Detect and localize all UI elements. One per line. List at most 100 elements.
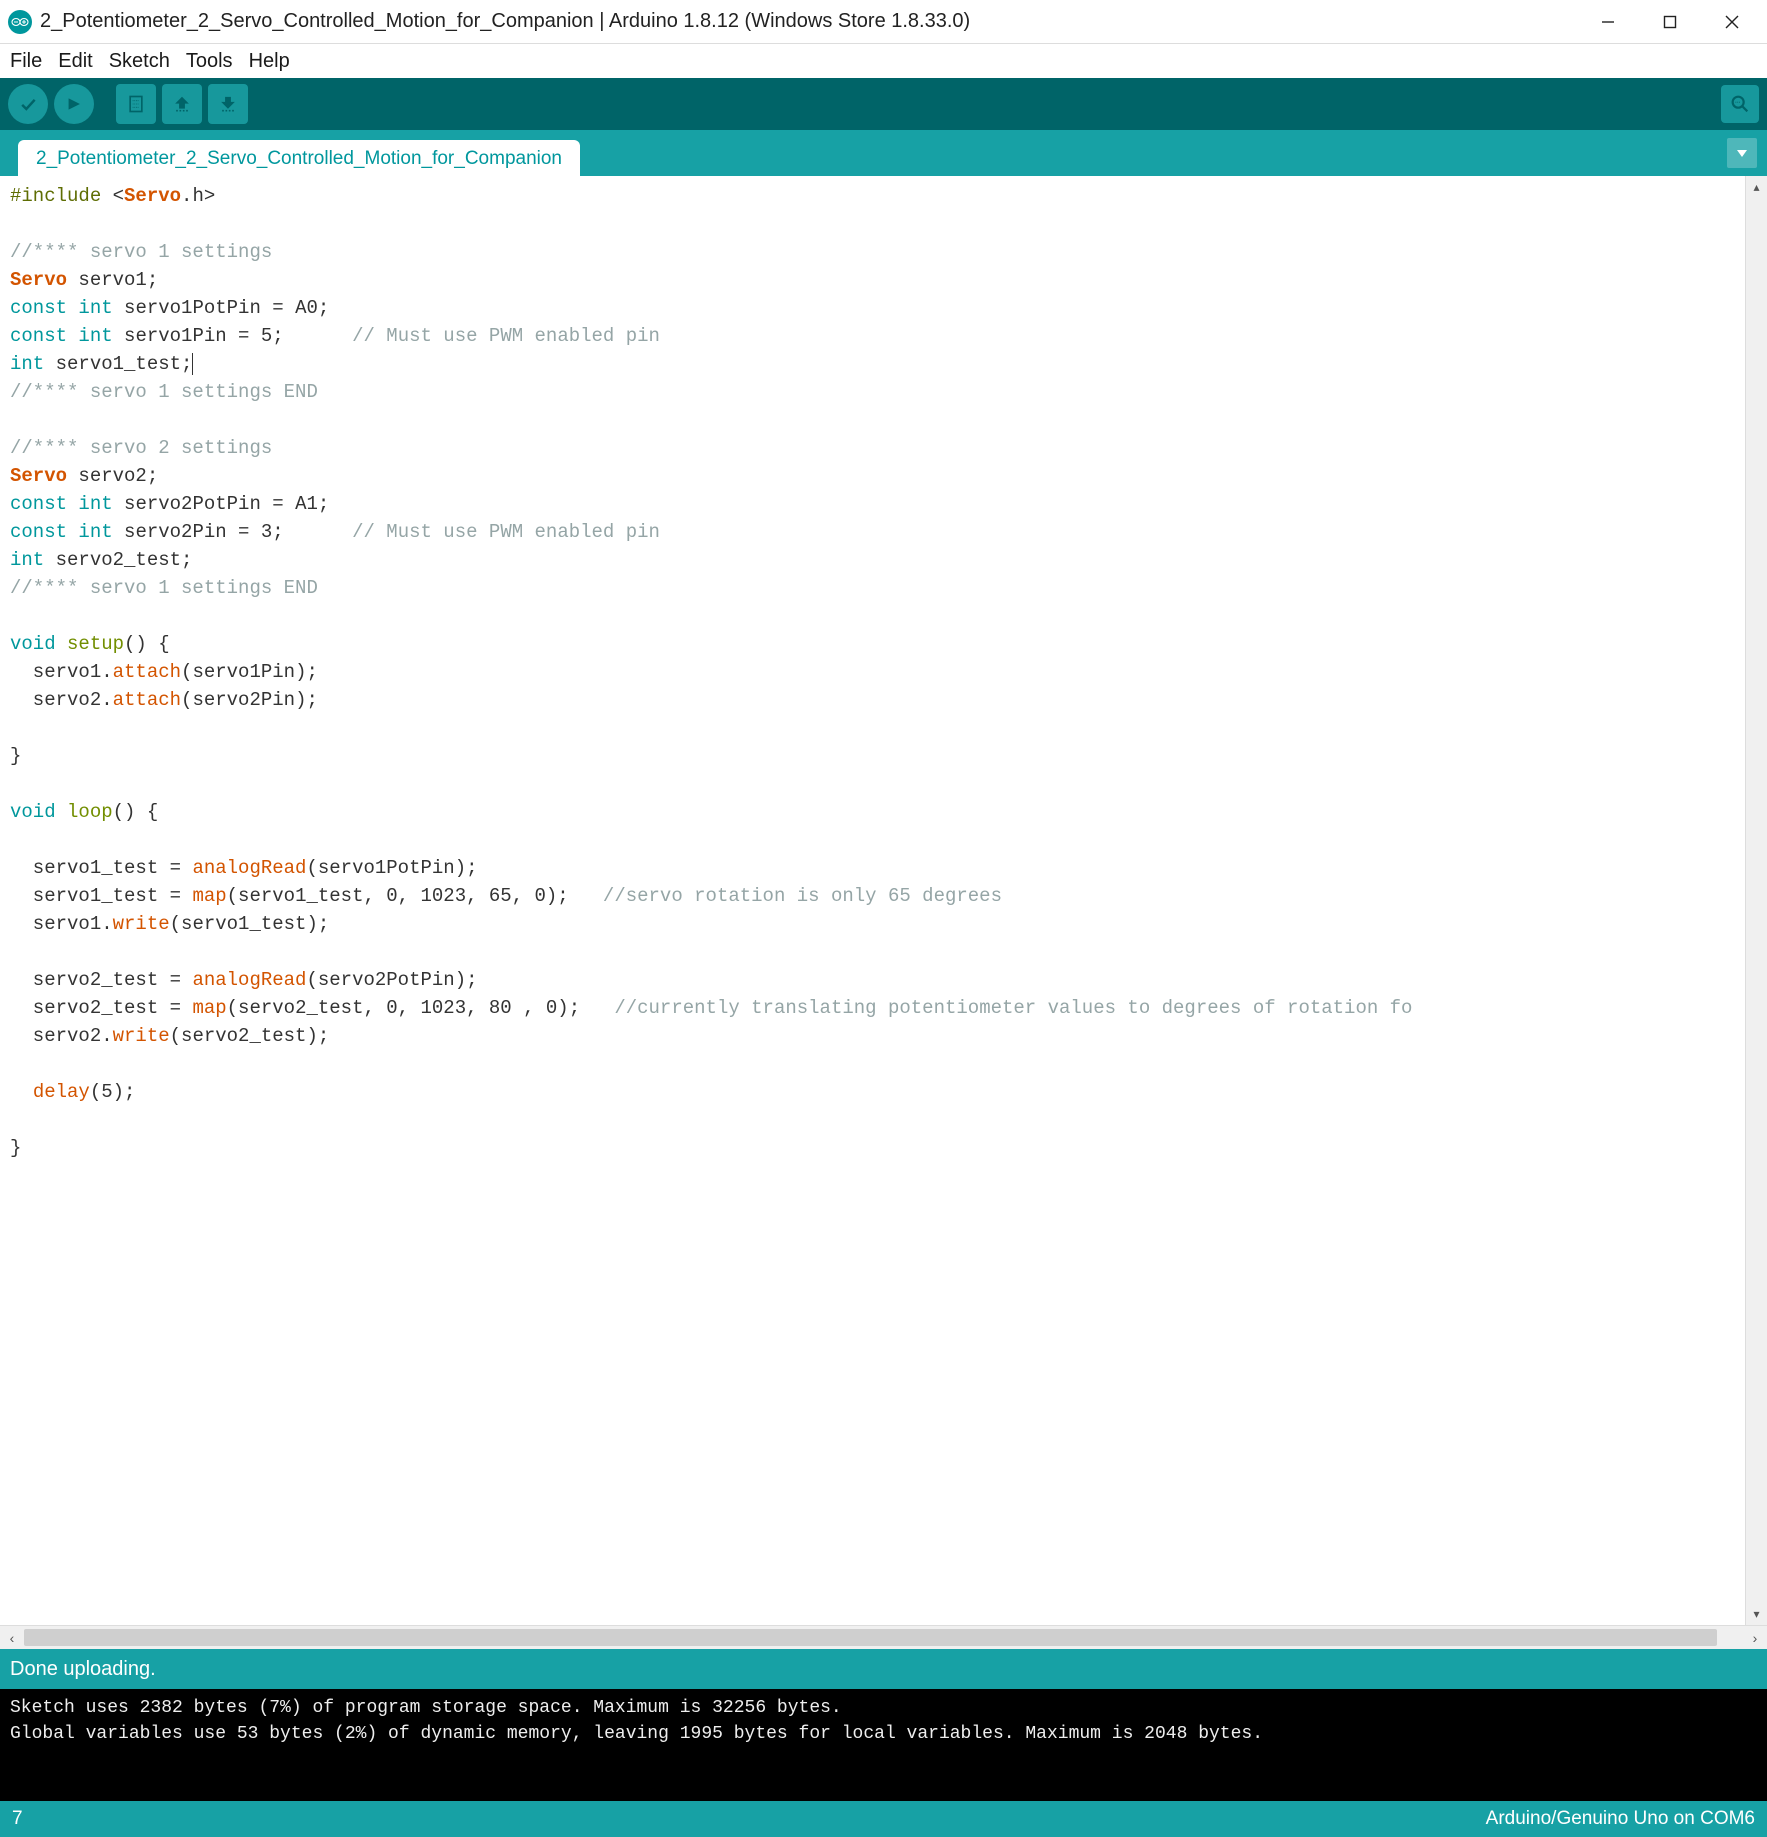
code-token: servo2; xyxy=(67,465,158,487)
code-token: Servo xyxy=(124,185,181,207)
code-token: //servo rotation is only 65 degrees xyxy=(603,885,1002,907)
code-editor[interactable]: #include <Servo.h> //**** servo 1 settin… xyxy=(0,176,1745,1625)
code-token: const xyxy=(10,325,67,347)
window-minimize-button[interactable] xyxy=(1577,0,1639,44)
code-token: // Must use PWM enabled pin xyxy=(352,521,660,543)
window-titlebar: 2_Potentiometer_2_Servo_Controlled_Motio… xyxy=(0,0,1767,44)
horizontal-scrollbar[interactable]: ‹ › xyxy=(0,1625,1767,1649)
code-token: Servo xyxy=(10,465,67,487)
footer-bar: 7 Arduino/Genuino Uno on COM6 xyxy=(0,1801,1767,1837)
code-token: servo2. xyxy=(10,689,113,711)
code-token: int xyxy=(10,353,44,375)
window-maximize-button[interactable] xyxy=(1639,0,1701,44)
line-number: 7 xyxy=(12,1808,23,1830)
menu-help[interactable]: Help xyxy=(243,48,296,75)
code-token xyxy=(67,325,78,347)
scroll-down-icon[interactable]: ▾ xyxy=(1746,1603,1767,1625)
scroll-thumb[interactable] xyxy=(24,1629,1717,1646)
editor-area: #include <Servo.h> //**** servo 1 settin… xyxy=(0,176,1767,1625)
open-sketch-button[interactable] xyxy=(162,84,202,124)
menu-tools[interactable]: Tools xyxy=(180,48,239,75)
board-port-label: Arduino/Genuino Uno on COM6 xyxy=(1486,1808,1755,1830)
code-token: servo1Pin = 5; xyxy=(113,325,352,347)
window-title: 2_Potentiometer_2_Servo_Controlled_Motio… xyxy=(40,10,1577,33)
code-token: int xyxy=(78,325,112,347)
code-token: servo2_test = xyxy=(10,997,192,1019)
code-token: Servo xyxy=(10,269,67,291)
scroll-left-icon[interactable]: ‹ xyxy=(0,1626,24,1649)
code-token: #include xyxy=(10,185,101,207)
code-token: (servo2Pin); xyxy=(181,689,318,711)
scroll-right-icon[interactable]: › xyxy=(1743,1626,1767,1649)
code-token: servo1_test = xyxy=(10,885,192,907)
code-token: servo2Pin = 3; xyxy=(113,521,352,543)
code-token: int xyxy=(78,493,112,515)
code-token: (servo2PotPin); xyxy=(306,969,477,991)
sketch-tab[interactable]: 2_Potentiometer_2_Servo_Controlled_Motio… xyxy=(18,140,580,176)
menu-sketch[interactable]: Sketch xyxy=(103,48,176,75)
code-token: servo1_test = xyxy=(10,857,192,879)
code-token: .h> xyxy=(181,185,215,207)
code-token: (servo1_test, 0, 1023, 65, 0); xyxy=(227,885,603,907)
code-token: //**** servo 1 settings END xyxy=(10,577,318,599)
code-token: servo1; xyxy=(67,269,158,291)
tab-menu-button[interactable] xyxy=(1727,138,1757,168)
menu-file[interactable]: File xyxy=(4,48,48,75)
arduino-app-icon xyxy=(8,10,32,34)
code-token: () { xyxy=(113,801,159,823)
code-token: //**** servo 1 settings xyxy=(10,241,272,263)
code-token: int xyxy=(78,297,112,319)
serial-monitor-button[interactable] xyxy=(1721,85,1759,123)
output-console[interactable]: Sketch uses 2382 bytes (7%) of program s… xyxy=(0,1689,1767,1801)
code-token xyxy=(67,297,78,319)
code-token: } xyxy=(10,1137,21,1159)
code-token: servo1PotPin = A0; xyxy=(113,297,330,319)
code-token: const xyxy=(10,493,67,515)
menu-edit[interactable]: Edit xyxy=(52,48,98,75)
code-token: int xyxy=(10,549,44,571)
code-token: (5); xyxy=(90,1081,136,1103)
code-token: void xyxy=(10,633,56,655)
vertical-scrollbar[interactable]: ▴ ▾ xyxy=(1745,176,1767,1625)
code-token: const xyxy=(10,521,67,543)
code-token: (servo1PotPin); xyxy=(306,857,477,879)
code-token: servo2. xyxy=(10,1025,113,1047)
console-line: Sketch uses 2382 bytes (7%) of program s… xyxy=(10,1698,842,1718)
code-token: attach xyxy=(113,689,181,711)
console-line: Global variables use 53 bytes (2%) of dy… xyxy=(10,1724,1263,1744)
scroll-up-icon[interactable]: ▴ xyxy=(1746,176,1767,198)
code-token: //**** servo 2 settings xyxy=(10,437,272,459)
save-sketch-button[interactable] xyxy=(208,84,248,124)
status-message: Done uploading. xyxy=(10,1658,156,1681)
new-sketch-button[interactable] xyxy=(116,84,156,124)
code-token: attach xyxy=(113,661,181,683)
code-token: delay xyxy=(33,1081,90,1103)
code-token xyxy=(56,801,67,823)
tab-strip: 2_Potentiometer_2_Servo_Controlled_Motio… xyxy=(0,130,1767,176)
code-token: const xyxy=(10,297,67,319)
code-token xyxy=(10,1081,33,1103)
code-token: servo1. xyxy=(10,661,113,683)
code-token: write xyxy=(113,913,170,935)
status-bar: Done uploading. xyxy=(0,1649,1767,1689)
code-token: //**** servo 1 settings END xyxy=(10,381,318,403)
code-token: void xyxy=(10,801,56,823)
code-token: analogRead xyxy=(192,969,306,991)
verify-button[interactable] xyxy=(8,84,48,124)
code-token: < xyxy=(101,185,124,207)
code-token: } xyxy=(10,745,21,767)
code-token: analogRead xyxy=(192,857,306,879)
code-token: () { xyxy=(124,633,170,655)
code-token: //currently translating potentiometer va… xyxy=(614,997,1412,1019)
code-token: write xyxy=(113,1025,170,1047)
menu-bar: File Edit Sketch Tools Help xyxy=(0,44,1767,78)
window-close-button[interactable] xyxy=(1701,0,1763,44)
scroll-track[interactable] xyxy=(24,1626,1743,1649)
code-token xyxy=(67,493,78,515)
code-token: (servo1_test); xyxy=(170,913,330,935)
code-token: servo2PotPin = A1; xyxy=(113,493,330,515)
code-token: (servo1Pin); xyxy=(181,661,318,683)
upload-button[interactable] xyxy=(54,84,94,124)
code-token xyxy=(56,633,67,655)
code-token: (servo2_test); xyxy=(170,1025,330,1047)
